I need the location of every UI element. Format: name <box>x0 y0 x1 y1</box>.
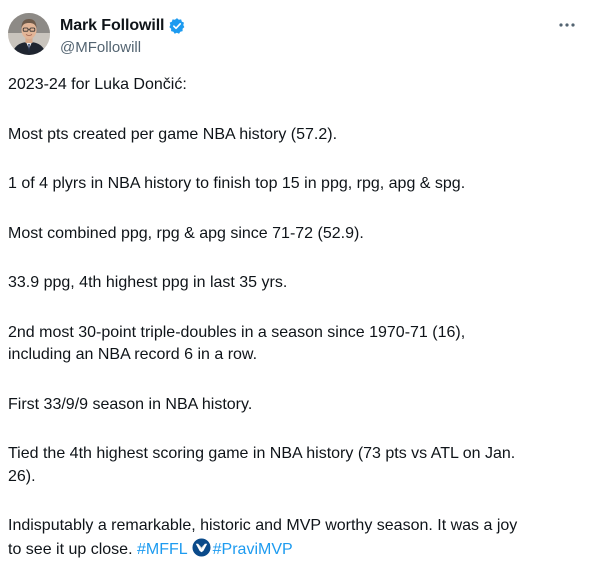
tweet-paragraph: 26). <box>8 467 36 485</box>
hashtag-pravimvp[interactable]: #PraviMVP <box>213 541 293 558</box>
tweet-paragraph: 1 of 4 plyrs in NBA history to finish to… <box>8 175 466 192</box>
tweet-paragraph: 2nd most 30-point triple-doubles in a se… <box>8 323 466 341</box>
dallas-mavericks-logo-icon <box>192 537 211 557</box>
verified-badge-icon <box>168 17 186 35</box>
tweet-paragraph: including an NBA record 6 in a row. <box>8 346 258 363</box>
tweet-paragraph: 33.9 ppg, 4th highest ppg in last 35 yrs… <box>8 274 288 291</box>
name-row: Mark Followill <box>60 15 186 37</box>
tweet-paragraph: First 33/9/9 season in NBA history. <box>8 395 253 413</box>
tweet-paragraph: Most combined ppg, rpg & apg since 71-72… <box>8 224 364 242</box>
tweet-paragraph: Tied the 4th highest scoring game in NBA… <box>8 445 516 462</box>
tweet-paragraph: Most pts created per game NBA history (5… <box>8 125 338 143</box>
tweet-text: 2023-24 for Luka Dončić: Most pts create… <box>8 74 578 561</box>
author-display-name[interactable]: Mark Followill <box>60 17 164 35</box>
author-handle[interactable]: @MFollowill <box>60 39 186 56</box>
tweet-card: Mark Followill @MFollowill 2023-24 for L… <box>0 0 590 565</box>
tweet-paragraph-final: to see it up close. #MFFL #PraviMVP <box>8 537 578 562</box>
avatar[interactable] <box>8 13 50 55</box>
tweet-paragraph: 2023-24 for Luka Dončić: <box>8 76 187 93</box>
tweet-text-segment: to see it up close. <box>8 540 133 558</box>
hashtag-mffl[interactable]: #MFFL <box>137 541 188 558</box>
author-block: Mark Followill @MFollowill <box>60 15 186 56</box>
tweet-paragraph: Indisputably a remarkable, historic and … <box>8 517 518 534</box>
more-options-icon[interactable] <box>555 16 579 34</box>
